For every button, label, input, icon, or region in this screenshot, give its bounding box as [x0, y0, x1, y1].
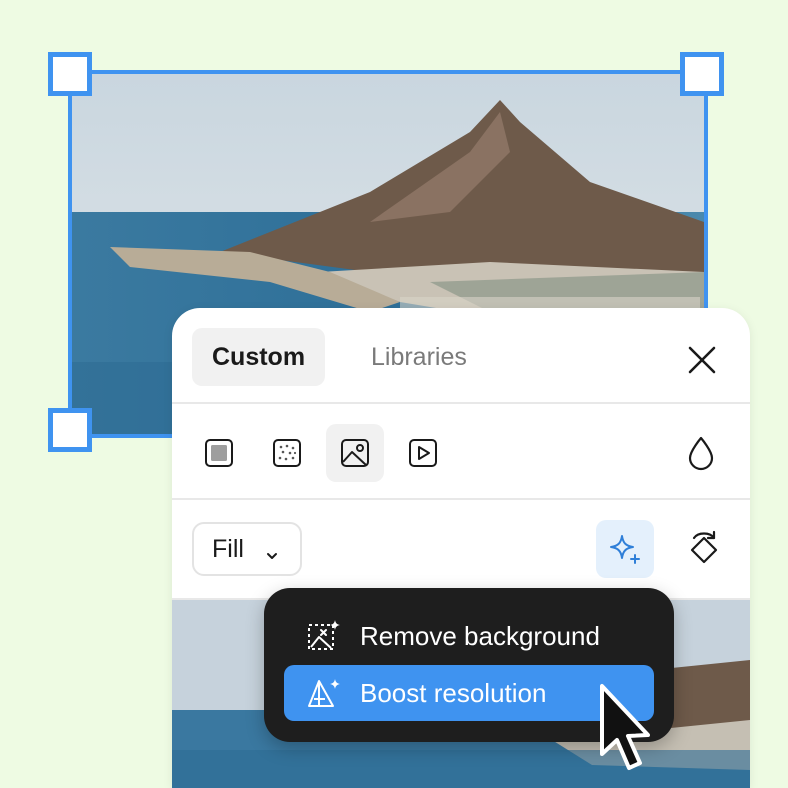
remove-background-label: Remove background [360, 620, 600, 651]
fill-mode-select[interactable]: Fill [192, 522, 302, 576]
boost-resolution-item[interactable]: Boost resolution [284, 665, 654, 721]
tab-libraries[interactable]: Libraries [351, 328, 487, 386]
divider [172, 498, 750, 500]
image-fill-icon [341, 439, 369, 467]
swap-button[interactable] [680, 526, 728, 574]
noise-fill-icon [273, 439, 301, 467]
panel-tabs: Custom Libraries [172, 308, 750, 404]
noise-fill-button[interactable] [258, 424, 316, 482]
image-fill-button[interactable] [326, 424, 384, 482]
boost-resolution-icon [304, 673, 344, 713]
ai-tools-button[interactable] [596, 520, 654, 578]
resize-handle-top-left[interactable] [48, 52, 92, 96]
remove-background-item[interactable]: Remove background [284, 608, 654, 664]
video-fill-icon [409, 439, 437, 467]
video-fill-button[interactable] [394, 424, 452, 482]
resize-handle-bottom-left[interactable] [48, 408, 92, 452]
ai-actions-menu: Remove background Boost resolution [264, 588, 674, 742]
boost-resolution-label: Boost resolution [360, 677, 547, 708]
close-icon[interactable] [680, 338, 724, 382]
solid-fill-button[interactable] [190, 424, 248, 482]
opacity-button[interactable] [672, 424, 730, 482]
fill-mode-value: Fill [212, 534, 244, 563]
sparkle-icon [610, 535, 640, 564]
resize-handle-top-right[interactable] [680, 52, 724, 96]
divider [172, 402, 750, 404]
droplet-icon [688, 436, 714, 471]
swap-icon [690, 530, 718, 564]
tab-custom[interactable]: Custom [192, 328, 326, 386]
chevron-down-icon [264, 542, 280, 571]
solid-fill-icon [205, 439, 233, 467]
remove-background-icon [304, 616, 344, 656]
